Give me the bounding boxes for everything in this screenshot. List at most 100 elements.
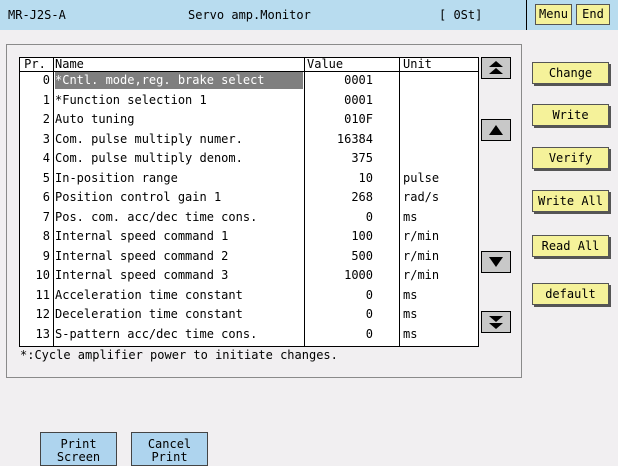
param-number: 11 — [35, 287, 50, 302]
table-row[interactable]: 11 Acceleration time constant 0 ms — [20, 287, 478, 304]
param-unit — [403, 150, 475, 167]
line-down-icon — [489, 257, 503, 267]
param-value: 10 — [358, 170, 373, 185]
verify-button[interactable]: Verify — [532, 147, 609, 169]
param-number: 4 — [42, 151, 50, 165]
cancel-print-label-2: Print — [151, 450, 188, 464]
param-number: 2 — [42, 112, 50, 126]
param-unit: pulse — [403, 170, 440, 185]
line-down-button[interactable] — [481, 251, 511, 273]
write-all-button[interactable]: Write All — [532, 190, 609, 212]
param-number: 7 — [42, 209, 50, 224]
station-number: [ 0St] — [439, 8, 483, 22]
param-unit — [403, 111, 475, 128]
param-value: 500 — [351, 248, 373, 263]
read-all-button[interactable]: Read All — [532, 235, 609, 257]
param-name: *Cntl. mode,reg. brake select — [55, 72, 303, 89]
param-name: Pos. com. acc/dec time cons. — [55, 209, 258, 224]
param-number: 0 — [42, 73, 50, 87]
print-screen-label-2: Screen — [56, 450, 101, 464]
table-row[interactable]: 13 S-pattern acc/dec time cons. 0 ms — [20, 326, 478, 343]
param-unit: ms — [403, 209, 418, 224]
param-value: 268 — [351, 190, 373, 204]
column-header-unit: Unit — [403, 58, 432, 71]
table-row[interactable]: 5 In-position range 10 pulse — [20, 170, 478, 187]
title-divider — [526, 0, 527, 30]
title-bar: MR-J2S-A Servo amp.Monitor [ 0St] Menu E… — [0, 0, 618, 30]
param-value: 375 — [351, 151, 373, 165]
param-number: 9 — [42, 248, 50, 263]
param-value: 0 — [365, 209, 373, 224]
param-name: Position control gain 1 — [55, 190, 222, 204]
table-header: Pr. Name Value Unit — [20, 58, 478, 72]
param-value: 0 — [365, 287, 373, 302]
param-name: Internal speed command 3 — [55, 268, 229, 282]
page-down-button[interactable] — [481, 311, 511, 333]
table-row[interactable]: 1 *Function selection 1 0001 — [20, 92, 478, 109]
param-number: 6 — [42, 190, 50, 204]
param-value: 16384 — [336, 131, 373, 146]
table-row[interactable]: 3 Com. pulse multiply numer. 16384 — [20, 131, 478, 148]
param-name: Internal speed command 2 — [55, 248, 229, 263]
param-unit: r/min — [403, 248, 440, 263]
param-value: 0001 — [344, 73, 373, 87]
print-screen-button[interactable]: Print Screen — [40, 432, 117, 466]
param-number: 8 — [42, 229, 50, 243]
param-value: 1000 — [344, 268, 373, 282]
param-number: 13 — [35, 326, 50, 341]
table-row[interactable]: 2 Auto tuning 010F — [20, 111, 478, 128]
menu-button[interactable]: Menu — [535, 4, 572, 25]
table-row[interactable]: 10 Internal speed command 3 1000 r/min — [20, 267, 478, 284]
param-value: 010F — [344, 112, 373, 126]
app-name: MR-J2S-A — [8, 8, 66, 22]
param-value: 0 — [365, 307, 373, 321]
param-number: 12 — [35, 307, 50, 321]
table-row[interactable]: 6 Position control gain 1 268 rad/s — [20, 189, 478, 206]
table-row[interactable]: 0 *Cntl. mode,reg. brake select 0001 — [20, 72, 478, 89]
param-name: Com. pulse multiply denom. — [55, 151, 243, 165]
param-number: 1 — [42, 92, 50, 107]
param-value: 100 — [351, 229, 373, 243]
param-unit — [403, 92, 475, 109]
param-number: 5 — [42, 170, 50, 185]
param-name: Deceleration time constant — [55, 307, 243, 321]
page-up-icon — [489, 61, 503, 74]
table-row[interactable]: 12 Deceleration time constant 0 ms — [20, 306, 478, 323]
write-button[interactable]: Write — [532, 104, 609, 126]
default-button[interactable]: default — [532, 283, 609, 305]
param-unit: ms — [403, 307, 418, 321]
column-header-name: Name — [55, 58, 84, 71]
param-name: *Function selection 1 — [55, 92, 207, 107]
param-name: In-position range — [55, 170, 178, 185]
change-button[interactable]: Change — [532, 62, 609, 84]
screen-title: Servo amp.Monitor — [188, 8, 311, 22]
param-unit — [403, 131, 475, 148]
param-unit — [403, 72, 475, 89]
table-row[interactable]: 4 Com. pulse multiply denom. 375 — [20, 150, 478, 167]
param-name: Auto tuning — [55, 112, 135, 126]
cancel-print-button[interactable]: Cancel Print — [131, 432, 208, 466]
parameter-panel: Pr. Name Value Unit 0 *Cntl. mode,reg. br… — [6, 44, 522, 378]
column-header-pr: Pr. — [24, 58, 46, 71]
line-up-icon — [489, 125, 503, 135]
param-name: Com. pulse multiply numer. — [55, 131, 243, 146]
param-unit: rad/s — [403, 190, 440, 204]
parameter-table: Pr. Name Value Unit 0 *Cntl. mode,reg. br… — [19, 57, 479, 347]
page-up-button[interactable] — [481, 57, 511, 79]
param-name: Internal speed command 1 — [55, 229, 229, 243]
page-down-icon — [489, 316, 503, 329]
line-up-button[interactable] — [481, 119, 511, 141]
param-name: S-pattern acc/dec time cons. — [55, 326, 258, 341]
column-header-value: Value — [307, 58, 344, 71]
param-unit: ms — [403, 326, 418, 341]
restart-note: *:Cycle amplifier power to initiate chan… — [20, 348, 338, 362]
param-value: 0 — [365, 326, 373, 341]
param-number: 10 — [35, 268, 50, 282]
table-row[interactable]: 8 Internal speed command 1 100 r/min — [20, 228, 478, 245]
end-button[interactable]: End — [576, 4, 610, 25]
table-row[interactable]: 7 Pos. com. acc/dec time cons. 0 ms — [20, 209, 478, 226]
param-unit: ms — [403, 287, 418, 302]
param-unit: r/min — [403, 229, 440, 243]
param-value: 0001 — [344, 92, 373, 107]
table-row[interactable]: 9 Internal speed command 2 500 r/min — [20, 248, 478, 265]
